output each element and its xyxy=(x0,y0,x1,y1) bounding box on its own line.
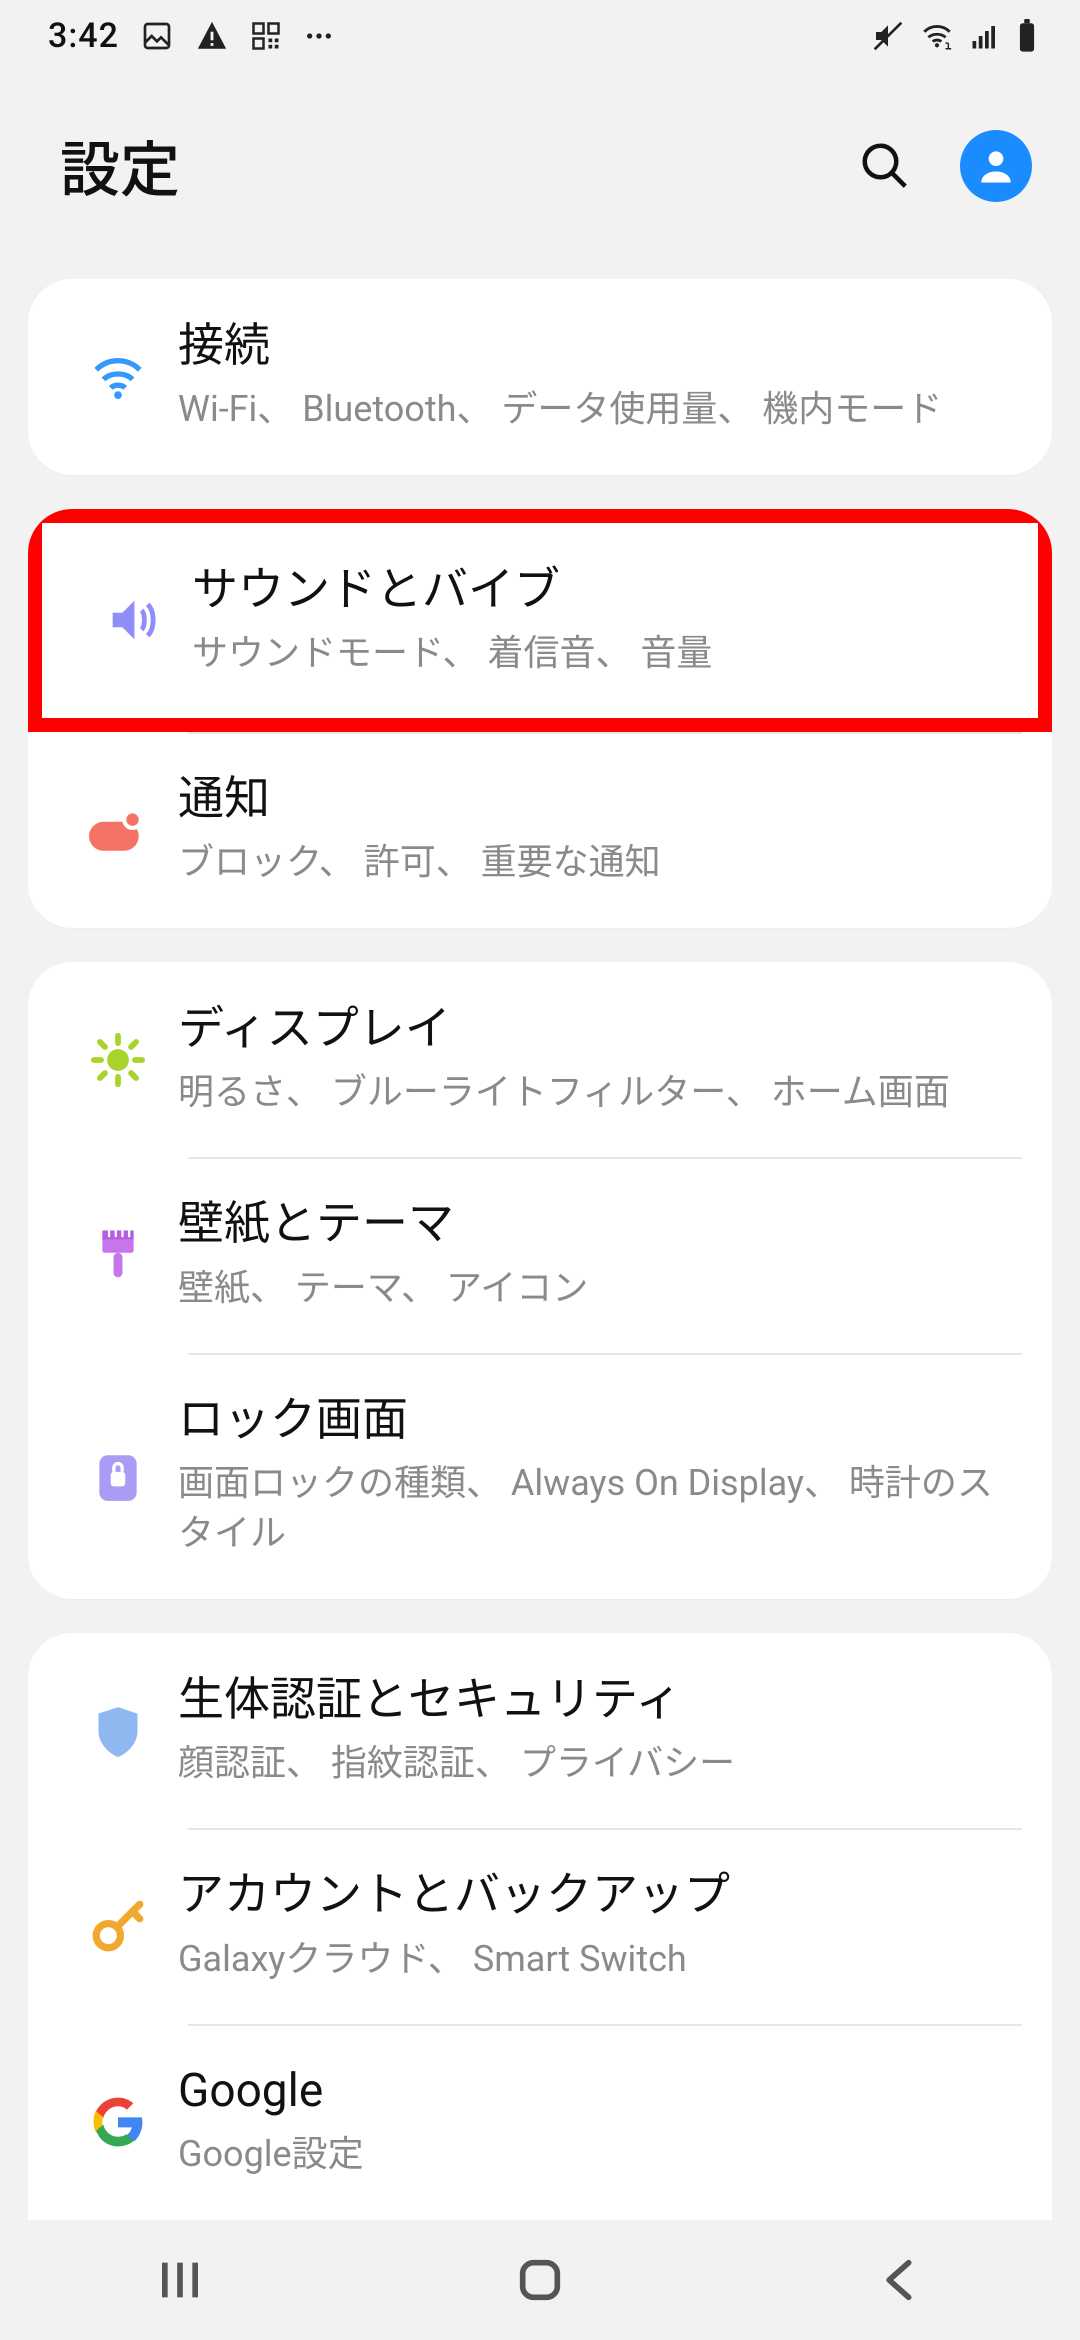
settings-row-connections[interactable]: 接続 Wi-Fi、 Bluetooth、 データ使用量、 機内モード xyxy=(28,279,1052,475)
nav-recents-button[interactable] xyxy=(154,2254,206,2306)
navigation-bar xyxy=(0,2220,1080,2340)
image-icon xyxy=(141,20,173,52)
brightness-icon xyxy=(58,1031,178,1089)
profile-button[interactable] xyxy=(960,130,1032,202)
paint-brush-icon xyxy=(58,1226,178,1284)
settings-row-google[interactable]: Google Google設定 xyxy=(28,2024,1052,2220)
settings-row-lockscreen[interactable]: ロック画面 画面ロックの種類、 Always On Display、 時計のスタ… xyxy=(28,1353,1052,1599)
search-button[interactable] xyxy=(858,139,912,193)
settings-row-wallpaper[interactable]: 壁紙とテーマ 壁紙、 テーマ、 アイコン xyxy=(28,1157,1052,1353)
row-title: 生体認証とセキュリティ xyxy=(178,1673,1002,1728)
settings-group: 生体認証とセキュリティ 顔認証、 指紋認証、 プライバシー アカウントとバックア… xyxy=(28,1633,1052,2220)
row-title: ディスプレイ xyxy=(178,1002,1002,1057)
status-time: 3:42 xyxy=(48,16,119,56)
row-title: 接続 xyxy=(178,319,1002,374)
notification-icon xyxy=(58,806,178,854)
qr-icon xyxy=(251,21,281,51)
settings-row-display[interactable]: ディスプレイ 明るさ、 ブルーライトフィルター、 ホーム画面 xyxy=(28,962,1052,1158)
key-icon xyxy=(58,1897,178,1955)
row-title: Google xyxy=(178,2064,1002,2119)
row-title: サウンドとバイブ xyxy=(192,563,988,618)
settings-group: ディスプレイ 明るさ、 ブルーライトフィルター、 ホーム画面 壁紙とテーマ 壁紙… xyxy=(28,962,1052,1599)
settings-group: サウンドとバイブ サウンドモード、 着信音、 音量 通知 ブロック、 許可、 重… xyxy=(28,509,1052,928)
status-bar: 3:42 xyxy=(0,0,1080,72)
row-subtitle: サウンドモード、 着信音、 音量 xyxy=(192,628,988,678)
page-title: 設定 xyxy=(60,122,180,209)
row-title: 通知 xyxy=(178,772,1002,827)
more-dots-icon xyxy=(303,20,335,52)
row-subtitle: Google設定 xyxy=(178,2129,1002,2179)
shield-icon xyxy=(58,1702,178,1760)
settings-group: 接続 Wi-Fi、 Bluetooth、 データ使用量、 機内モード xyxy=(28,279,1052,475)
row-title: 壁紙とテーマ xyxy=(178,1197,1002,1252)
status-left: 3:42 xyxy=(48,16,335,56)
wifi-icon xyxy=(58,348,178,406)
status-right xyxy=(872,19,1038,53)
row-subtitle: Wi-Fi、 Bluetooth、 データ使用量、 機内モード xyxy=(178,384,1002,434)
row-subtitle: 明るさ、 ブルーライトフィルター、 ホーム画面 xyxy=(178,1067,1002,1117)
sound-icon xyxy=(72,591,192,649)
wifi-icon xyxy=(920,19,954,53)
row-subtitle: 壁紙、 テーマ、 アイコン xyxy=(178,1263,1002,1313)
row-subtitle: 顔認証、 指紋認証、 プライバシー xyxy=(178,1738,1002,1788)
row-subtitle: 画面ロックの種類、 Always On Display、 時計のスタイル xyxy=(178,1458,1002,1559)
nav-back-button[interactable] xyxy=(874,2254,926,2306)
nav-home-button[interactable] xyxy=(514,2254,566,2306)
row-subtitle: ブロック、 許可、 重要な通知 xyxy=(178,837,1002,887)
settings-row-sound[interactable]: サウンドとバイブ サウンドモード、 着信音、 音量 xyxy=(28,509,1052,733)
battery-icon xyxy=(1016,19,1038,53)
warning-icon xyxy=(195,19,229,53)
mute-icon xyxy=(872,20,904,52)
settings-row-accounts[interactable]: アカウントとバックアップ Galaxyクラウド、 Smart Switch xyxy=(28,1828,1052,2024)
settings-row-biometrics[interactable]: 生体認証とセキュリティ 顔認証、 指紋認証、 プライバシー xyxy=(28,1633,1052,1829)
lock-icon xyxy=(58,1447,178,1505)
header: 設定 xyxy=(0,72,1080,279)
signal-icon xyxy=(970,21,1000,51)
row-title: アカウントとバックアップ xyxy=(178,1868,1002,1923)
row-title: ロック画面 xyxy=(178,1393,1002,1448)
row-subtitle: Galaxyクラウド、 Smart Switch xyxy=(178,1934,1002,1984)
google-icon xyxy=(58,2096,178,2148)
settings-row-notifications[interactable]: 通知 ブロック、 許可、 重要な通知 xyxy=(28,732,1052,928)
